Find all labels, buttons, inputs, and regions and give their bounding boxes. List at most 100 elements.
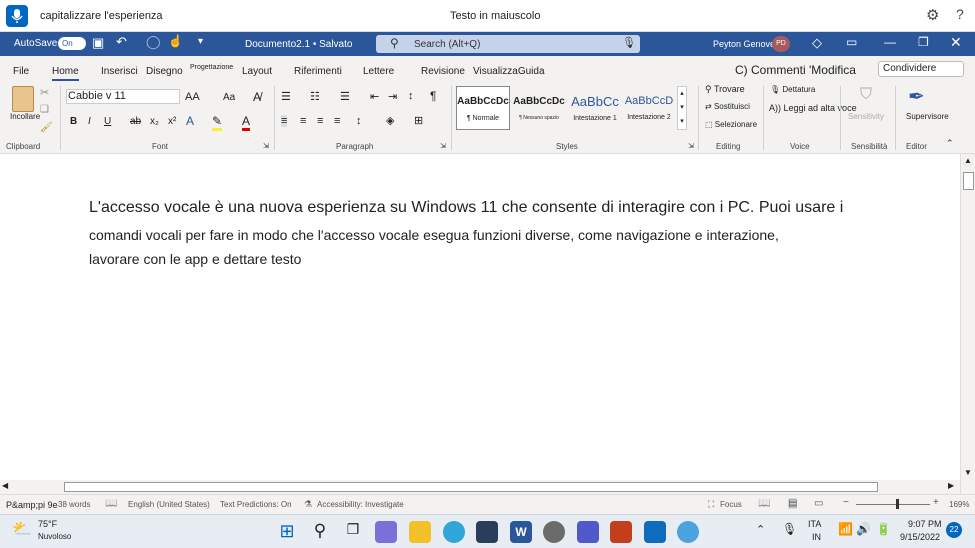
- zoom-out-icon[interactable]: −: [843, 497, 849, 508]
- file-explorer-icon[interactable]: [409, 521, 431, 543]
- weather-icon[interactable]: ⛅: [12, 519, 32, 539]
- weather-desc[interactable]: Nuvoloso: [38, 532, 71, 541]
- customize-toolbar-icon[interactable]: ▾: [198, 36, 203, 47]
- text-effects-icon[interactable]: A: [186, 114, 194, 128]
- undo-icon[interactable]: ↶: [116, 34, 127, 50]
- styles-dialog-icon[interactable]: ⇲: [688, 142, 694, 150]
- tab-insert[interactable]: Inserisci: [101, 66, 138, 77]
- font-dialog-icon[interactable]: ⇲: [263, 142, 269, 150]
- scroll-down-icon[interactable]: ▼: [964, 468, 972, 477]
- style-heading-1[interactable]: AaBbCc Intestazione 1: [568, 86, 622, 130]
- clock-date[interactable]: 9/15/2022: [900, 532, 940, 542]
- battery-icon[interactable]: 🔋: [876, 522, 891, 536]
- bold-button[interactable]: B: [70, 116, 77, 127]
- editor-pen-icon[interactable]: ✒: [908, 84, 925, 109]
- search-taskbar-icon[interactable]: ⚲: [309, 521, 331, 543]
- replace-button[interactable]: ⇄ Sostituisci: [705, 102, 750, 111]
- tab-home[interactable]: Home: [52, 66, 79, 81]
- highlight-icon[interactable]: ✎: [212, 114, 223, 131]
- notification-badge[interactable]: 22: [946, 522, 962, 538]
- touch-mode-icon[interactable]: ☝: [168, 34, 183, 48]
- store-icon[interactable]: [476, 521, 498, 543]
- wifi-icon[interactable]: 📶: [838, 522, 853, 536]
- align-right-icon[interactable]: ≡: [317, 115, 323, 127]
- select-button[interactable]: ⬚ Selezionare: [705, 120, 757, 129]
- horizontal-scroll-thumb[interactable]: [64, 482, 878, 492]
- increase-indent-icon[interactable]: ⇥: [388, 90, 397, 103]
- sensitivity-icon[interactable]: ⛉: [860, 86, 872, 104]
- numbering-icon[interactable]: ☷: [310, 90, 320, 103]
- redo-icon[interactable]: ◯: [146, 34, 161, 50]
- save-icon[interactable]: ▣: [92, 35, 104, 51]
- borders-icon[interactable]: ⊞: [414, 114, 423, 127]
- settings-app-icon[interactable]: [543, 521, 565, 543]
- powerpoint-icon[interactable]: [610, 521, 632, 543]
- align-center-icon[interactable]: ≡: [300, 115, 306, 127]
- multilevel-list-icon[interactable]: ☰: [340, 90, 350, 103]
- mail-icon[interactable]: [644, 521, 666, 543]
- page-indicator[interactable]: P&amp;pi 9e: [6, 500, 58, 510]
- word-app-icon[interactable]: W: [510, 521, 532, 543]
- superscript-button[interactable]: x²: [168, 116, 176, 127]
- sort-icon[interactable]: ↕: [408, 90, 414, 102]
- font-name-box[interactable]: Cabbie v 11: [66, 89, 180, 104]
- language-status[interactable]: English (United States): [128, 500, 210, 509]
- close-icon[interactable]: ✕: [950, 34, 962, 51]
- scroll-left-icon[interactable]: ◀: [2, 481, 8, 490]
- comments-button[interactable]: C) Commenti 'Modifica: [735, 63, 856, 77]
- read-aloud-button[interactable]: A)) Leggi ad alta voce: [769, 103, 857, 113]
- tray-mic-icon[interactable]: 🎙: [782, 522, 797, 536]
- tab-draw[interactable]: Disegno: [146, 66, 183, 77]
- tray-chevron-icon[interactable]: ⌃: [756, 523, 765, 536]
- zoom-level[interactable]: 169%: [949, 500, 969, 509]
- style-heading-2[interactable]: AaBbCcD Intestazione 2: [622, 86, 676, 130]
- format-painter-icon[interactable]: 🖌: [40, 122, 53, 133]
- clock-time[interactable]: 9:07 PM: [908, 519, 942, 529]
- document-line-3[interactable]: lavorare con le app e dettare testo: [89, 251, 301, 267]
- avatar[interactable]: PD: [772, 36, 790, 52]
- line-spacing-icon[interactable]: ↕: [356, 115, 362, 127]
- focus-button[interactable]: Focus: [720, 500, 742, 509]
- justify-icon[interactable]: ≡: [334, 115, 340, 127]
- subscript-button[interactable]: x₂: [150, 116, 159, 127]
- web-layout-icon[interactable]: ▭: [814, 498, 823, 509]
- tab-layout[interactable]: Layout: [242, 66, 272, 77]
- mic-search-icon[interactable]: 🎙: [622, 36, 636, 49]
- cut-icon[interactable]: ✂: [40, 86, 49, 99]
- help-icon[interactable]: ?: [956, 6, 964, 22]
- strikethrough-button[interactable]: ab: [130, 116, 141, 127]
- zoom-slider-handle[interactable]: [896, 499, 899, 509]
- chat-icon[interactable]: [375, 521, 397, 543]
- tab-view-help[interactable]: VisualizzaGuida: [473, 66, 545, 77]
- tab-references[interactable]: Riferimenti: [294, 66, 342, 77]
- ribbon-display-icon[interactable]: ▭: [846, 35, 857, 49]
- zoom-in-icon[interactable]: +: [933, 497, 939, 508]
- horizontal-scrollbar[interactable]: ◀ ▶: [0, 480, 960, 494]
- underline-button[interactable]: U: [104, 116, 111, 127]
- teams-icon[interactable]: [577, 521, 599, 543]
- style-normal[interactable]: AaBbCcDc ¶ Normale: [456, 86, 510, 130]
- zoom-slider-track[interactable]: [856, 504, 930, 505]
- collapse-ribbon-icon[interactable]: ⌃: [946, 138, 954, 149]
- document-canvas[interactable]: L'accesso vocale è una nuova esperienza …: [0, 154, 960, 480]
- word-count[interactable]: 38 words: [58, 500, 90, 509]
- people-icon[interactable]: [677, 521, 699, 543]
- styles-scroll-icon[interactable]: ▴ ▾ ▾: [677, 86, 687, 130]
- style-no-spacing[interactable]: AaBbCcDc ¶ Nessuno spazio: [512, 86, 566, 130]
- edge-icon[interactable]: [443, 521, 465, 543]
- align-left-icon[interactable]: ≡: [281, 115, 288, 127]
- autosave-toggle[interactable]: On: [58, 37, 86, 50]
- text-predictions-status[interactable]: Text Predictions: On: [220, 500, 292, 509]
- font-color-icon[interactable]: A: [242, 114, 251, 131]
- clear-formatting-icon[interactable]: A̸: [253, 90, 261, 104]
- tab-mailings[interactable]: Lettere: [363, 66, 394, 77]
- vertical-scroll-thumb[interactable]: [963, 172, 974, 190]
- print-layout-icon[interactable]: ▤: [788, 498, 798, 509]
- diamond-icon[interactable]: ◇: [812, 35, 822, 51]
- tab-review[interactable]: Revisione: [421, 66, 465, 77]
- microphone-icon[interactable]: [6, 5, 28, 27]
- start-icon[interactable]: ⊞: [276, 521, 298, 543]
- scroll-right-icon[interactable]: ▶: [948, 481, 954, 490]
- vertical-scrollbar[interactable]: ▲ ▼: [960, 154, 975, 494]
- tab-design[interactable]: Progettazione: [190, 64, 233, 71]
